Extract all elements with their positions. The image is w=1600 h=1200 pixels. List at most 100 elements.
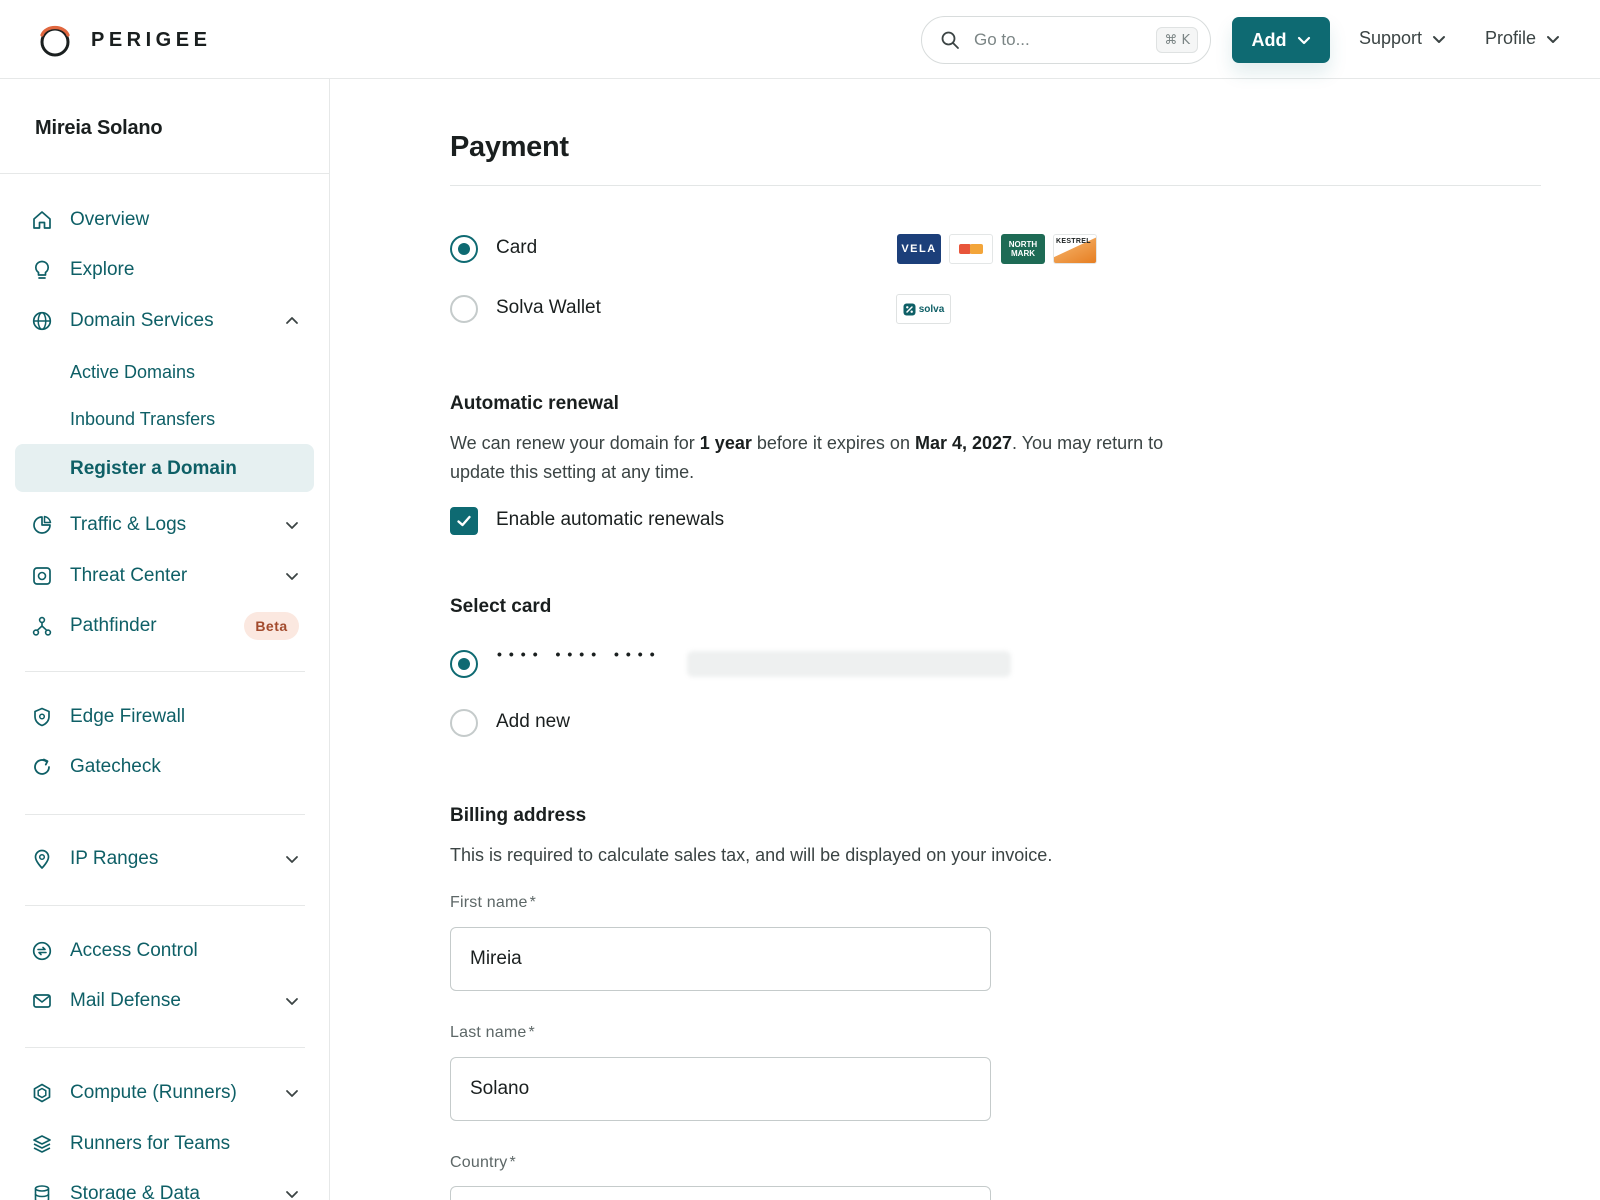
add-button[interactable]: Add xyxy=(1232,17,1330,63)
sidebar-item-access-control[interactable]: Access Control xyxy=(0,929,329,973)
sidebar-item-pathfinder[interactable]: Pathfinder Beta xyxy=(0,604,329,648)
chevron-down-icon xyxy=(286,1191,298,1198)
divider xyxy=(0,173,329,174)
vela-card-logo: VELA xyxy=(897,234,941,264)
solva-icon xyxy=(903,303,916,315)
sidebar-item-label: Explore xyxy=(70,259,135,280)
northmark-logo-text-2: MARK xyxy=(1011,249,1035,258)
chevron-down-icon xyxy=(286,522,298,529)
sidebar-item-domain-services[interactable]: Domain Services xyxy=(0,299,329,343)
payment-method-card-label[interactable]: Card xyxy=(496,237,537,259)
sidebar-item-label: Traffic & Logs xyxy=(70,514,187,535)
auto-renew-checkbox[interactable] xyxy=(450,507,478,535)
sidebar-item-storage-data[interactable]: Storage & Data xyxy=(0,1172,329,1200)
vela-logo-text: VELA xyxy=(901,243,937,255)
last-name-label-text: Last name xyxy=(450,1024,527,1041)
sidebar-item-label: Mail Defense xyxy=(70,990,181,1011)
billing-address-heading: Billing address xyxy=(450,805,587,826)
add-new-card-radio[interactable] xyxy=(450,709,478,737)
global-search[interactable]: ⌘ K xyxy=(921,16,1211,64)
sidebar-item-label: IP Ranges xyxy=(70,848,159,869)
mail-icon xyxy=(31,990,53,1012)
shield-icon xyxy=(31,706,53,728)
sidebar-item-overview[interactable]: Overview xyxy=(0,198,329,242)
sidebar-item-active-domains[interactable]: Active Domains xyxy=(70,362,195,383)
saved-card-number[interactable]: •••• •••• •••• xyxy=(497,646,662,662)
target-square-icon xyxy=(31,565,53,587)
sidebar-item-mail-defense[interactable]: Mail Defense xyxy=(0,979,329,1023)
sidebar-item-ip-ranges[interactable]: IP Ranges xyxy=(0,837,329,881)
sidebar-item-inbound-transfers[interactable]: Inbound Transfers xyxy=(70,409,215,430)
kestrel-logo-text: KESTREL xyxy=(1056,238,1091,245)
brand-name: PERIGEE xyxy=(91,28,212,51)
profile-menu[interactable]: Profile xyxy=(1485,28,1560,49)
top-bar: PERIGEE ⌘ K Add Support Profile xyxy=(0,0,1600,79)
last-name-field[interactable] xyxy=(450,1057,991,1121)
sidebar-item-gatecheck[interactable]: Gatecheck xyxy=(0,745,329,789)
mastercard-style-card-logo xyxy=(949,234,993,264)
sidebar-item-runners-for-teams[interactable]: Runners for Teams xyxy=(0,1122,329,1166)
payment-method-wallet-radio[interactable] xyxy=(450,295,478,323)
chevron-down-icon xyxy=(1433,35,1446,43)
divider xyxy=(25,814,305,815)
required-mark: * xyxy=(528,1024,535,1041)
saved-card-radio[interactable] xyxy=(450,650,478,678)
required-mark: * xyxy=(529,894,537,911)
main-content: Payment Card VELA NORTH MARK KESTREL Sol… xyxy=(331,79,1600,1200)
add-button-label: Add xyxy=(1251,29,1287,50)
add-new-card-label[interactable]: Add new xyxy=(496,711,570,733)
country-label-text: Country xyxy=(450,1154,508,1171)
sidebar-item-label: Access Control xyxy=(70,940,198,961)
divider xyxy=(25,1047,305,1048)
sidebar-item-traffic-logs[interactable]: Traffic & Logs xyxy=(0,503,329,547)
last-name-label: Last name * xyxy=(450,1024,535,1042)
brand-logo[interactable]: PERIGEE xyxy=(38,23,211,57)
payment-method-card-radio[interactable] xyxy=(450,235,478,263)
support-menu[interactable]: Support xyxy=(1359,28,1446,49)
chevron-down-icon xyxy=(286,998,298,1005)
divider xyxy=(25,671,305,672)
solva-wallet-logo: solva xyxy=(896,294,951,324)
solva-logo-text: solva xyxy=(918,303,945,315)
database-icon xyxy=(31,1183,53,1200)
layers-icon xyxy=(31,1133,53,1155)
sidebar-item-label: Threat Center xyxy=(70,565,188,586)
search-input[interactable] xyxy=(974,30,1134,50)
northmark-card-logo: NORTH MARK xyxy=(1001,234,1045,264)
renewal-text: before it expires on xyxy=(751,433,915,453)
first-name-field[interactable] xyxy=(450,927,991,991)
sidebar-item-label: Compute (Runners) xyxy=(70,1082,237,1103)
sidebar-item-label: Gatecheck xyxy=(70,756,161,777)
sidebar-item-explore[interactable]: Explore xyxy=(0,248,329,292)
divider xyxy=(25,905,305,906)
first-name-label: First name * xyxy=(450,894,536,912)
required-mark: * xyxy=(509,1154,516,1171)
sidebar-item-edge-firewall[interactable]: Edge Firewall xyxy=(0,695,329,739)
sidebar-item-compute-runners[interactable]: Compute (Runners) xyxy=(0,1071,329,1115)
renewal-term: 1 year xyxy=(699,433,752,453)
chevron-down-icon xyxy=(286,573,298,580)
chevron-down-icon xyxy=(286,856,298,863)
chevron-up-icon xyxy=(286,317,298,324)
route-icon xyxy=(31,615,53,637)
sidebar-item-register-domain-label[interactable]: Register a Domain xyxy=(70,458,237,480)
home-icon xyxy=(31,209,53,231)
card-circles-icon xyxy=(959,244,983,254)
support-menu-label: Support xyxy=(1359,28,1423,48)
refresh-icon xyxy=(31,756,53,778)
payment-method-wallet-label[interactable]: Solva Wallet xyxy=(496,297,601,319)
page-title: Payment xyxy=(450,131,569,163)
sidebar-item-label: Pathfinder xyxy=(70,615,157,636)
profile-menu-label: Profile xyxy=(1485,28,1537,48)
hexagon-icon xyxy=(31,1082,53,1104)
beta-badge: Beta xyxy=(244,612,299,640)
access-icon xyxy=(31,940,53,962)
country-select[interactable] xyxy=(450,1186,991,1200)
auto-renew-label[interactable]: Enable automatic renewals xyxy=(496,509,724,531)
sidebar-item-threat-center[interactable]: Threat Center xyxy=(0,554,329,598)
search-icon xyxy=(941,31,959,49)
renewal-text: We can renew your domain for xyxy=(450,433,700,453)
account-name: Mireia Solano xyxy=(35,117,163,139)
first-name-label-text: First name xyxy=(450,894,528,911)
sidebar: Mireia Solano Overview Explore Domain Se… xyxy=(0,79,330,1200)
